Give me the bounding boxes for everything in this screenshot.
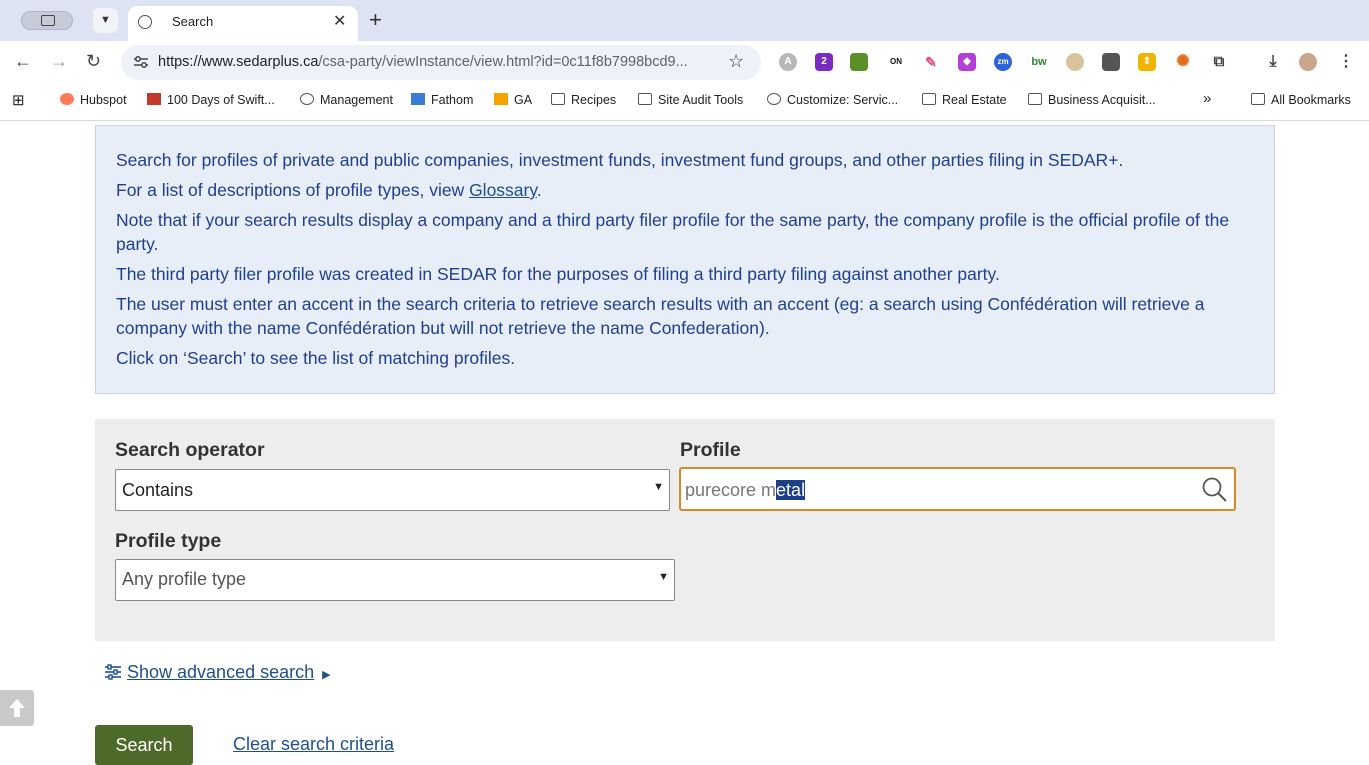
globe-icon — [300, 93, 314, 105]
reload-icon[interactable]: ↻ — [86, 51, 101, 72]
profile-type-select[interactable]: Any profile type ▼ — [115, 559, 675, 601]
bookmark-customize-service[interactable]: Customize: Servic... — [767, 93, 898, 107]
hubspot-icon — [60, 93, 74, 105]
analytics-icon — [494, 93, 508, 105]
caret-right-icon: ▶ — [322, 669, 331, 681]
close-icon[interactable]: ✕ — [333, 11, 346, 31]
extension-on-icon[interactable]: ON — [887, 53, 905, 71]
avatar[interactable] — [1299, 53, 1317, 71]
profile-label: Profile — [680, 439, 741, 461]
extensions-puzzle-icon[interactable]: ⧉ — [1210, 53, 1228, 71]
instruction-line: The third party filer profile was create… — [116, 264, 1000, 284]
extension-arrows-icon[interactable]: ⇕ — [1138, 53, 1156, 71]
fathom-icon — [411, 93, 425, 105]
folder-icon — [1028, 93, 1042, 105]
apps-grid-icon[interactable]: ⊞ — [12, 91, 25, 109]
menu-kebab-icon[interactable]: ⋮ — [1337, 53, 1355, 71]
profile-search-input[interactable]: purecore metal — [679, 467, 1236, 511]
instruction-line: The user must enter an accent in the sea… — [116, 294, 1205, 338]
advanced-search-toggle[interactable]: Show advanced search ▶ — [104, 662, 331, 683]
search-operator-label: Search operator — [115, 439, 265, 461]
globe-icon — [767, 93, 781, 105]
folder-icon — [638, 93, 652, 105]
folder-icon — [1251, 93, 1265, 105]
extension-dropper-icon[interactable]: ✎ — [922, 53, 940, 71]
bookmark-ga[interactable]: GA — [494, 93, 532, 107]
back-to-top-button[interactable] — [0, 690, 34, 726]
bookmark-fathom[interactable]: Fathom — [411, 93, 473, 107]
search-operator-select[interactable]: Contains ▼ — [115, 469, 670, 511]
search-button[interactable]: Search — [95, 725, 193, 765]
url-text[interactable]: https://www.sedarplus.ca/csa-party/viewI… — [158, 54, 688, 70]
back-arrow-icon[interactable]: ← — [14, 51, 32, 72]
sliders-icon — [105, 664, 121, 680]
address-bar[interactable]: https://www.sedarplus.ca/csa-party/viewI… — [121, 45, 761, 80]
instruction-line: Click on ‘Search’ to see the list of mat… — [116, 348, 516, 368]
forward-arrow-icon[interactable]: → — [50, 51, 68, 72]
site-settings-icon[interactable] — [133, 55, 149, 69]
search-instructions-panel: Search for profiles of private and publi… — [95, 125, 1275, 394]
extension-hubspot-icon[interactable] — [1102, 53, 1120, 71]
advanced-search-link[interactable]: Show advanced search — [127, 662, 314, 682]
arrow-up-icon — [9, 699, 25, 717]
extension-plant-icon[interactable] — [850, 53, 868, 71]
extension-badge-icon[interactable]: 2 — [815, 53, 833, 71]
new-tab-button[interactable]: + — [369, 7, 382, 33]
extension-bw-icon[interactable]: bw — [1030, 53, 1048, 71]
all-bookmarks-folder[interactable]: All Bookmarks — [1251, 93, 1351, 107]
folder-icon — [551, 93, 565, 105]
search-icon[interactable] — [1201, 476, 1229, 504]
chevron-down-icon: ▼ — [653, 481, 664, 493]
tab-active[interactable]: Search ✕ — [128, 6, 358, 41]
chevron-down-icon: ▼ — [100, 14, 111, 26]
tab-bar: ▼ Search ✕ + — [0, 0, 1369, 41]
tab-title: Search — [172, 14, 214, 29]
bookmark-real-estate[interactable]: Real Estate — [922, 93, 1007, 107]
instruction-line: Search for profiles of private and publi… — [116, 150, 1124, 170]
bookmarks-bar: ⊞ Hubspot 100 Days of Swift... Managemen… — [0, 85, 1369, 121]
bookmark-star-icon[interactable]: ☆ — [728, 51, 744, 72]
more-bookmarks-icon[interactable]: » — [1203, 90, 1211, 107]
tab-search-button[interactable]: ▼ — [93, 8, 118, 33]
instruction-line-glossary: For a list of descriptions of profile ty… — [116, 180, 542, 200]
bookmark-recipes[interactable]: Recipes — [551, 93, 616, 107]
extension-zm-icon[interactable]: zm — [994, 53, 1012, 71]
swift-icon — [147, 93, 161, 105]
profile-input-value: purecore metal — [685, 480, 806, 500]
person-card-icon — [41, 15, 55, 26]
bookmark-100-days-swift[interactable]: 100 Days of Swift... — [147, 93, 275, 107]
bookmark-site-audit-tools[interactable]: Site Audit Tools — [638, 93, 743, 107]
clear-search-criteria-link[interactable]: Clear search criteria — [233, 734, 394, 755]
folder-icon — [922, 93, 936, 105]
extension-a-icon[interactable]: A — [779, 53, 797, 71]
instruction-line: Note that if your search results display… — [116, 210, 1230, 254]
bookmark-business-acquisition[interactable]: Business Acquisit... — [1028, 93, 1156, 107]
extension-shape-icon[interactable]: ◆ — [958, 53, 976, 71]
bookmark-hubspot[interactable]: Hubspot — [60, 93, 127, 107]
profile-switcher-button[interactable] — [21, 11, 73, 30]
profile-type-label: Profile type — [115, 530, 222, 552]
download-icon[interactable]: ⤓ — [1264, 53, 1282, 71]
extension-sun-icon[interactable]: ✺ — [1174, 53, 1192, 71]
glossary-link[interactable]: Glossary — [469, 180, 537, 200]
browser-toolbar: ← → ↻ https://www.sedarplus.ca/csa-party… — [0, 41, 1369, 85]
selected-text: etal — [776, 480, 806, 500]
globe-icon — [138, 15, 152, 29]
bookmark-management[interactable]: Management — [300, 93, 393, 107]
chevron-down-icon: ▼ — [658, 571, 669, 583]
extension-face-icon[interactable] — [1066, 53, 1084, 71]
